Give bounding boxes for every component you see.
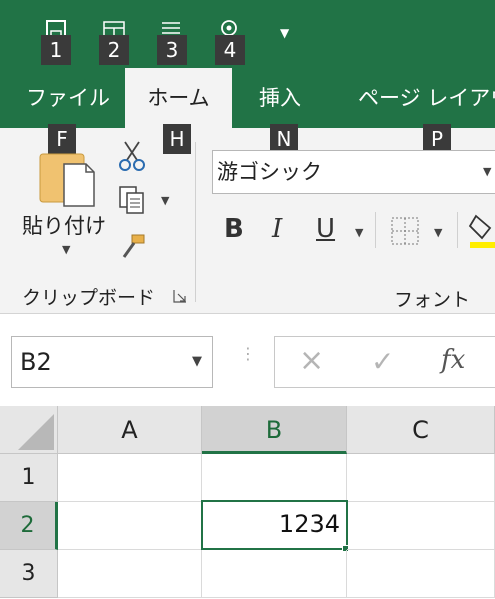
column-header-b[interactable]: B <box>202 406 347 454</box>
tab-home[interactable]: ホーム <box>125 68 232 128</box>
italic-button[interactable]: I <box>272 214 282 244</box>
underline-dropdown-icon[interactable]: ▼ <box>355 226 363 239</box>
font-dropdown-icon[interactable]: ▼ <box>483 151 491 193</box>
paste-label: 貼り付け <box>22 214 106 238</box>
name-box-value: B2 <box>20 348 52 376</box>
tab-insert[interactable]: 挿入 <box>259 68 301 128</box>
column-header-a[interactable]: A <box>58 406 202 454</box>
caret-down-icon[interactable]: ▼ <box>280 26 289 40</box>
keytip-3: 3 <box>157 35 187 65</box>
keytip-2: 2 <box>99 35 129 65</box>
row-header-1[interactable]: 1 <box>0 454 58 502</box>
tab-page-layout[interactable]: ページ レイアウ <box>358 68 495 128</box>
worksheet-grid: A B C 1 2 3 1234 <box>0 406 495 599</box>
formula-buttons: × ✓ fx <box>274 336 495 388</box>
cell-c1[interactable] <box>347 454 495 502</box>
clipboard-paste-icon <box>39 153 95 207</box>
cell-b1[interactable] <box>202 454 347 502</box>
font-group-label: フォント <box>394 289 471 311</box>
keytip-1: 1 <box>41 35 71 65</box>
cell-a2[interactable] <box>58 502 202 550</box>
cell-b3[interactable] <box>202 550 347 598</box>
copy-dropdown-icon[interactable]: ▼ <box>161 194 169 207</box>
column-header-c[interactable]: C <box>347 406 495 454</box>
group-divider <box>195 142 196 302</box>
cancel-icon[interactable]: × <box>299 343 324 378</box>
title-bar: 1 2 3 4 ▼ <box>0 0 495 68</box>
formula-bar-grip[interactable]: ⋮ <box>240 346 256 374</box>
row-header-3[interactable]: 3 <box>0 550 58 598</box>
insert-function-button[interactable]: fx <box>441 345 465 375</box>
font-name-value: 游ゴシック <box>217 160 322 184</box>
dialog-launcher-icon[interactable] <box>173 289 187 303</box>
select-all-button[interactable] <box>0 406 58 454</box>
font-name-combobox[interactable]: 游ゴシック ▼ <box>212 150 495 194</box>
ribbon-home: F H N P 貼り付け ▼ ▼ クリップボード 游ゴシック ▼ B I U ▼… <box>0 124 495 314</box>
name-box[interactable]: B2 ▼ <box>11 336 213 388</box>
cell-a1[interactable] <box>58 454 202 502</box>
bold-button[interactable]: B <box>224 214 244 244</box>
ribbon-tabs: ファイル ホーム 挿入 ページ レイアウ <box>0 68 495 128</box>
clipboard-group-label: クリップボード <box>22 287 156 309</box>
tab-file[interactable]: ファイル <box>26 68 110 128</box>
paste-dropdown-icon[interactable]: ▼ <box>62 243 70 256</box>
cell-a3[interactable] <box>58 550 202 598</box>
copy-icon[interactable] <box>118 185 146 215</box>
select-all-triangle-icon <box>18 414 54 450</box>
paste-button[interactable]: 貼り付け ▼ <box>22 148 112 263</box>
name-box-dropdown-icon[interactable]: ▼ <box>192 337 202 387</box>
keytip-h: H <box>163 124 191 154</box>
keytip-4: 4 <box>215 35 245 65</box>
cell-c2[interactable] <box>347 502 495 550</box>
fill-color-icon[interactable] <box>468 212 495 250</box>
underline-button[interactable]: U <box>316 214 335 244</box>
format-painter-icon[interactable] <box>118 233 148 261</box>
row-header-2[interactable]: 2 <box>0 502 58 550</box>
formula-bar: B2 ▼ ⋮ × ✓ fx <box>0 314 495 406</box>
divider <box>375 212 376 248</box>
cell-c3[interactable] <box>347 550 495 598</box>
divider <box>457 212 458 248</box>
cut-icon[interactable] <box>117 140 147 172</box>
borders-dropdown-icon[interactable]: ▼ <box>434 226 442 239</box>
enter-icon[interactable]: ✓ <box>371 345 394 378</box>
cell-b2[interactable]: 1234 <box>201 500 348 550</box>
borders-icon[interactable] <box>390 216 420 246</box>
